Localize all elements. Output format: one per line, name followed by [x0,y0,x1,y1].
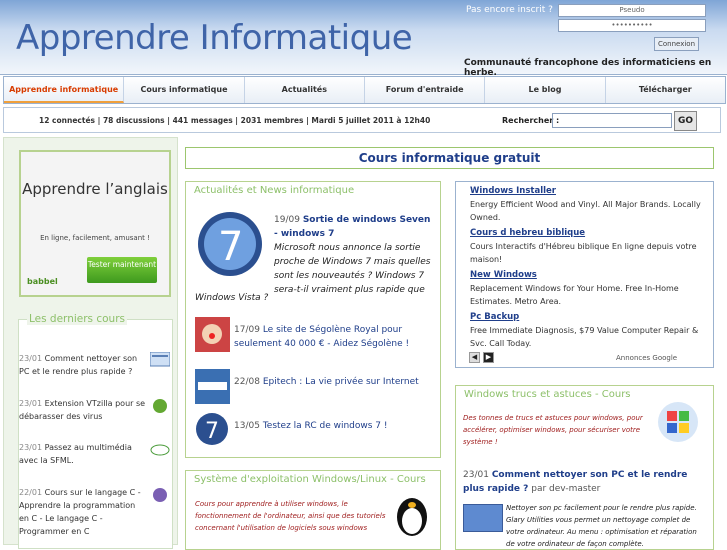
search-go-button[interactable]: GO [674,111,697,131]
nav-actualites[interactable]: Actualités [245,77,365,103]
screenshot-icon [150,352,170,367]
babbel-ad-subtitle: En ligne, facilement, amusant ! [40,234,150,242]
tips-item[interactable]: 23/01 Comment nettoyer son PC et le rend… [463,468,708,496]
babbel-ad[interactable]: Apprendre l’anglais En ligne, facilement… [19,150,171,297]
prev-ad-button[interactable]: ◀ [469,352,480,363]
status-bar: 12 connectés | 78 discussions | 441 mess… [3,107,721,133]
babbel-try-button[interactable]: Tester maintenant [87,257,157,283]
c-language-icon [153,488,167,502]
tux-penguin-icon [397,498,427,536]
main-title-box: Cours informatique gratuit [185,147,714,169]
svg-text:7: 7 [205,419,219,444]
register-link[interactable]: Pas encore inscrit ? [466,5,553,15]
list-item[interactable]: 22/01 Cours sur le langage C - Apprendre… [19,486,147,538]
news-title[interactable]: Actualités et News informatique [194,185,354,196]
pseudo-input[interactable]: Pseudo [558,4,706,17]
svg-text:7: 7 [218,224,243,270]
babbel-ad-title: Apprendre l’anglais [22,180,168,198]
connect-button[interactable]: Connexion [654,37,699,51]
nav-apprendre[interactable]: Apprendre informatique [4,77,125,103]
list-item[interactable]: 13/05 Testez la RC de windows 7 ! [234,419,434,433]
next-ad-button[interactable]: ▶ [483,352,494,363]
site-header: Apprendre Informatique Pas encore inscri… [0,0,727,78]
site-logo[interactable]: Apprendre Informatique [16,18,413,58]
clown-thumbnail-icon [195,317,230,352]
news-box: Actualités et News informatique 7 19/09 … [185,181,441,458]
site-stats: 12 connectés | 78 discussions | 441 mess… [39,116,431,125]
systems-desc: Cours pour apprendre à utiliser windows,… [195,500,386,532]
nav-telecharger[interactable]: Télécharger [606,77,725,103]
windows7-thumbnail-icon: 7 [196,413,228,445]
babbel-logo: babbel [27,277,58,286]
puzzle-icon [153,399,167,413]
tips-box: Windows trucs et astuces - Cours Des ton… [455,385,714,550]
list-item[interactable]: 23/01 Extension VTzilla pour se débarass… [19,397,147,423]
headline-desc-end: Windows Vista ? [195,293,269,303]
tips-detail: Nettoyer son pc facilement pour le rendr… [506,504,697,548]
tagline: Communauté francophone des informaticien… [464,58,712,78]
tips-thumbnail [463,504,503,532]
ad-item[interactable]: Windows Installer Energy Efficient Wood a… [470,185,710,224]
systems-box: Système d'exploitation Windows/Linux - C… [185,470,441,550]
windows7-logo-icon: 7 [198,212,262,276]
list-item[interactable]: 23/01 Comment nettoyer son PC et le rend… [19,352,147,378]
systems-title[interactable]: Système d'exploitation Windows/Linux - C… [194,474,426,485]
password-input[interactable]: •••••••••• [558,19,706,32]
search-input[interactable] [552,113,672,128]
list-item[interactable]: 22/08 Epitech : La vie privée sur Intern… [234,375,434,389]
page-title: Cours informatique gratuit [358,151,541,165]
google-ads-box: Windows Installer Energy Efficient Wood a… [455,181,714,368]
list-item[interactable]: 23/01 Passez au multimédia avec la SFML. [19,441,147,467]
list-item[interactable]: 17/09 Le site de Ségolène Royal pour seu… [234,323,434,351]
nav-cours[interactable]: Cours informatique [124,77,245,103]
tips-title[interactable]: Windows trucs et astuces - Cours [464,389,631,400]
windows-logo-icon [658,402,698,442]
recent-courses-title: Les derniers cours [27,313,127,325]
ad-item[interactable]: Pc Backup Free Immediate Diagnosis, $79 V… [470,311,710,350]
ad-item[interactable]: Cours d hebreu biblique Cours Interactifs… [470,227,710,266]
sfml-icon [150,444,170,456]
main-nav: Apprendre informatique Cours informatiqu… [3,76,726,104]
recent-courses-box: Les derniers cours 23/01 Comment nettoye… [18,313,173,549]
tips-desc: Des tonnes de trucs et astuces pour wind… [463,414,643,446]
epitech-thumbnail-icon [195,369,230,404]
google-ads-label[interactable]: Annonces Google [616,354,677,362]
nav-blog[interactable]: Le blog [485,77,606,103]
ad-item[interactable]: New Windows Replacement Windows for Your … [470,269,710,308]
search-label: Rechercher : [502,116,560,125]
headline-news[interactable]: 19/09 Sortie de windows Seven - windows … [274,213,434,297]
left-sidebar: Apprendre l’anglais En ligne, facilement… [3,137,178,549]
nav-forum[interactable]: Forum d'entraide [365,77,486,103]
